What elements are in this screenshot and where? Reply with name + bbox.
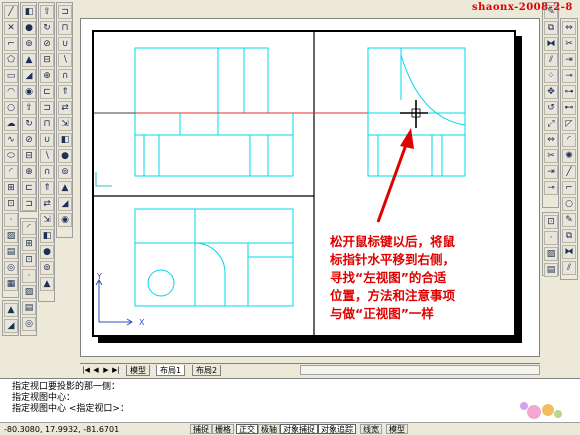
tab-model[interactable]: 模型 — [126, 365, 150, 376]
status-toggle-1[interactable]: 栅格 — [212, 424, 234, 434]
ucs-x-label: X — [139, 318, 145, 327]
annotation-line: 标指针水平移到右侧， — [330, 252, 456, 267]
ucs-icon-top — [95, 172, 112, 187]
top-view — [134, 208, 294, 307]
front-view — [134, 47, 294, 177]
next-tab-arrow[interactable]: ▶ — [102, 365, 110, 375]
command-prompt-line: 指定视图中心 <指定视口>： — [12, 404, 129, 414]
status-toggle-7[interactable]: 模型 — [386, 424, 408, 434]
first-tab-arrow[interactable]: |◀ — [82, 365, 90, 375]
annotation-arrow — [376, 141, 409, 223]
command-history-line: 指定视口要投影的那一侧： — [12, 382, 121, 392]
status-toggle-3[interactable]: 极轴 — [258, 424, 280, 434]
tab-layout2[interactable]: 布局2 — [192, 365, 222, 376]
command-history-line: 指定视图中心： — [12, 393, 76, 403]
status-toggle-2[interactable]: 正交 — [236, 424, 258, 434]
coordinate-readout: -80.3080, 17.9932, -81.6701 — [4, 425, 120, 434]
ucs-icon-bottom — [95, 279, 133, 326]
status-toggle-0[interactable]: 捕捉 — [190, 424, 212, 434]
command-line[interactable]: 指定视口要投影的那一侧： 指定视图中心： 指定视图中心 <指定视口>： — [0, 378, 580, 422]
cursor-crosshair — [400, 100, 428, 128]
tab-layout1[interactable]: 布局1 — [156, 365, 186, 376]
ucs-y-label: Y — [96, 272, 102, 281]
status-toggle-4[interactable]: 对象捕捉 — [280, 424, 318, 434]
watermark-logo — [520, 402, 562, 419]
annotation-text: 松开鼠标键以后，将鼠 标指针水平移到右侧， 寻找“左视图”的合适 位置，方法和注意事项… — [330, 233, 510, 323]
annotation-line: 寻找“左视图”的合适 — [330, 270, 447, 285]
horizontal-scrollbar[interactable] — [300, 365, 540, 375]
annotation-line: 位置，方法和注意事项 — [330, 288, 456, 303]
last-tab-arrow[interactable]: ▶| — [112, 365, 120, 375]
status-toggle-5[interactable]: 对象追踪 — [318, 424, 356, 434]
annotation-arrow-head — [400, 128, 414, 149]
status-toggle-6[interactable]: 线宽 — [360, 424, 382, 434]
prev-tab-arrow[interactable]: ◀ — [92, 365, 100, 375]
annotation-line: 松开鼠标键以后，将鼠 — [330, 234, 456, 249]
annotation-line: 与做“正视图”一样 — [330, 306, 434, 321]
status-bar: -80.3080, 17.9932, -81.6701 捕捉 栅格 正交 极轴 对象捕捉… — [0, 422, 580, 435]
